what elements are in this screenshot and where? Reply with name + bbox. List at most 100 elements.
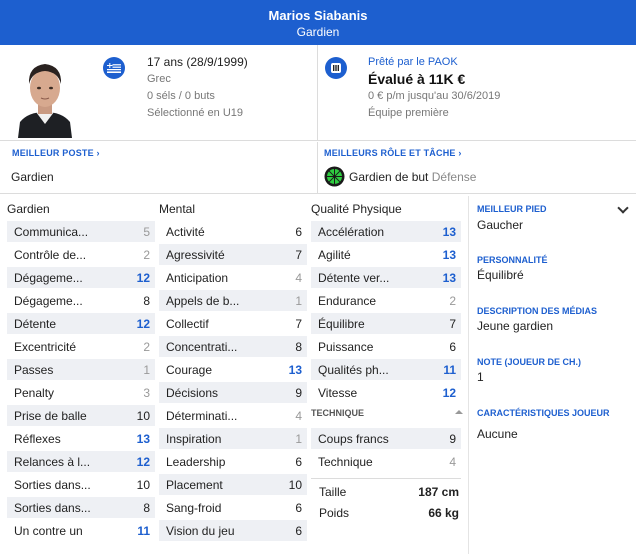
attribute-row[interactable]: Qualités ph... 11 [311, 359, 461, 380]
attribute-label: Agressivité [166, 247, 225, 262]
club-badge-icon[interactable] [325, 57, 347, 79]
attribute-row[interactable]: Placement 10 [159, 474, 307, 495]
attribute-row[interactable]: Collectif 7 [159, 313, 307, 334]
attribute-row[interactable]: Vision du jeu 6 [159, 520, 307, 541]
attribute-row[interactable]: Détente ver... 13 [311, 267, 461, 288]
attribute-value: 12 [136, 270, 150, 285]
attribute-row[interactable]: Sang-froid 6 [159, 497, 307, 518]
attribute-label: Vision du jeu [166, 523, 235, 538]
height-value: 187 cm [418, 485, 459, 499]
attribute-row[interactable]: Concentrati... 8 [159, 336, 307, 357]
attribute-value: 8 [143, 293, 150, 308]
attribute-row[interactable]: Puissance 6 [311, 336, 461, 357]
attribute-label: Équilibre [318, 316, 365, 331]
attribute-row[interactable]: Anticipation 4 [159, 267, 307, 288]
attribute-row[interactable]: Détente 12 [7, 313, 155, 334]
attribute-value: 3 [143, 385, 150, 400]
attribute-label: Sorties dans... [14, 477, 91, 492]
player-squad: Équipe première [368, 107, 449, 119]
attribute-value: 4 [295, 408, 302, 423]
attribute-row[interactable]: Dégageme... 12 [7, 267, 155, 288]
attribute-label: Penalty [14, 385, 55, 400]
attribute-label: Sang-froid [166, 500, 222, 515]
best-role-link[interactable]: MEILLEURS RÔLE ET TÂCHE › [324, 148, 462, 158]
chevron-down-icon[interactable] [617, 202, 629, 214]
attribute-label: Décisions [166, 385, 219, 400]
attribute-label: Vitesse [318, 385, 358, 400]
attribute-row[interactable]: Agressivité 7 [159, 244, 307, 265]
best-position-link[interactable]: MEILLEUR POSTE › [12, 148, 100, 158]
attribute-row[interactable]: Passes 1 [7, 359, 155, 380]
attribute-row[interactable]: Déterminati... 4 [159, 405, 307, 426]
attribute-value: 13 [442, 224, 456, 239]
attribute-value: 7 [295, 316, 302, 331]
attribute-value: 6 [295, 224, 302, 239]
attribute-row[interactable]: Endurance 2 [311, 290, 461, 311]
attribute-row[interactable]: Leadership 6 [159, 451, 307, 472]
attribute-row[interactable]: Dégageme... 8 [7, 290, 155, 311]
player-details: 17 ans (28/9/1999) Grec 0 séls / 0 buts … [147, 54, 248, 122]
attribute-row[interactable]: Penalty 3 [7, 382, 155, 403]
player-traits-label[interactable]: CARACTÉRISTIQUES JOUEUR [477, 408, 610, 418]
weight-label: Poids [319, 506, 350, 520]
media-description-label[interactable]: DESCRIPTION DES MÉDIAS [477, 306, 597, 316]
attribute-row[interactable]: Contrôle de... 2 [7, 244, 155, 265]
player-photo[interactable] [14, 50, 76, 138]
attribute-label: Endurance [318, 293, 377, 308]
attribute-label: Détente [14, 316, 57, 331]
chevron-right-icon: › [96, 148, 100, 158]
best-role-value[interactable]: Gardien de but Défense [349, 170, 476, 184]
attribute-value: 11 [443, 362, 456, 377]
player-header: Marios Siabanis Gardien [0, 0, 636, 45]
attribute-value: 9 [449, 431, 456, 446]
player-name[interactable]: Marios Siabanis [0, 8, 636, 23]
attribute-row[interactable]: Agilité 13 [311, 244, 461, 265]
attribute-row[interactable]: Vitesse 12 [311, 382, 461, 403]
attribute-row[interactable]: Un contre un 11 [7, 520, 155, 541]
attribute-row[interactable]: Technique 4 [311, 451, 461, 472]
collapse-caret-icon[interactable] [455, 410, 463, 414]
attribute-row[interactable]: Communica... 5 [7, 221, 155, 242]
attribute-row[interactable]: Accélération 13 [311, 221, 461, 242]
attribute-label: Contrôle de... [14, 247, 87, 262]
player-age: 17 ans (28/9/1999) [147, 55, 248, 69]
mental-column-title: Mental [159, 202, 196, 216]
attribute-row[interactable]: Inspiration 1 [159, 428, 307, 449]
attribute-value: 1 [295, 293, 302, 308]
attribute-row[interactable]: Décisions 9 [159, 382, 307, 403]
attribute-row[interactable]: Équilibre 7 [311, 313, 461, 334]
attribute-value: 4 [295, 270, 302, 285]
attribute-label: Prise de balle [14, 408, 87, 423]
nationality-flag-icon [103, 57, 125, 79]
body-measurements: Taille 187 cm Poids 66 kg [311, 478, 461, 526]
attribute-label: Puissance [318, 339, 374, 354]
attribute-label: Réflexes [14, 431, 61, 446]
attribute-row[interactable]: Prise de balle 10 [7, 405, 155, 426]
attribute-row[interactable]: Sorties dans... 10 [7, 474, 155, 495]
rating-label: NOTE (JOUEUR DE CH.) [477, 357, 582, 367]
attribute-label: Agilité [318, 247, 351, 262]
attribute-value: 6 [295, 500, 302, 515]
best-role-label: MEILLEURS RÔLE ET TÂCHE [324, 148, 456, 158]
attribute-label: Sorties dans... [14, 500, 91, 515]
attribute-row[interactable]: Appels de b... 1 [159, 290, 307, 311]
attribute-row[interactable]: Relances à l... 12 [7, 451, 155, 472]
attribute-value: 1 [295, 431, 302, 446]
attribute-value: 10 [136, 408, 150, 423]
loan-link[interactable]: Prêté par le PAOK [368, 54, 500, 71]
player-nationality[interactable]: Grec [147, 71, 248, 88]
attribute-label: Détente ver... [318, 270, 390, 285]
attribute-row[interactable]: Courage 13 [159, 359, 307, 380]
attribute-label: Technique [318, 454, 373, 469]
personality-label[interactable]: PERSONNALITÉ [477, 255, 548, 265]
attribute-row[interactable]: Excentricité 2 [7, 336, 155, 357]
attribute-label: Courage [166, 362, 213, 377]
attribute-row[interactable]: Activité 6 [159, 221, 307, 242]
attribute-row[interactable]: Sorties dans... 8 [7, 497, 155, 518]
technique-section-header[interactable]: TECHNIQUE [311, 408, 461, 418]
player-info-panel: 17 ans (28/9/1999) Grec 0 séls / 0 buts … [0, 45, 636, 141]
attribute-row[interactable]: Réflexes 13 [7, 428, 155, 449]
rating-value: 1 [477, 370, 484, 384]
attribute-row[interactable]: Coups francs 9 [311, 428, 461, 449]
best-position-value: Gardien [11, 170, 54, 184]
